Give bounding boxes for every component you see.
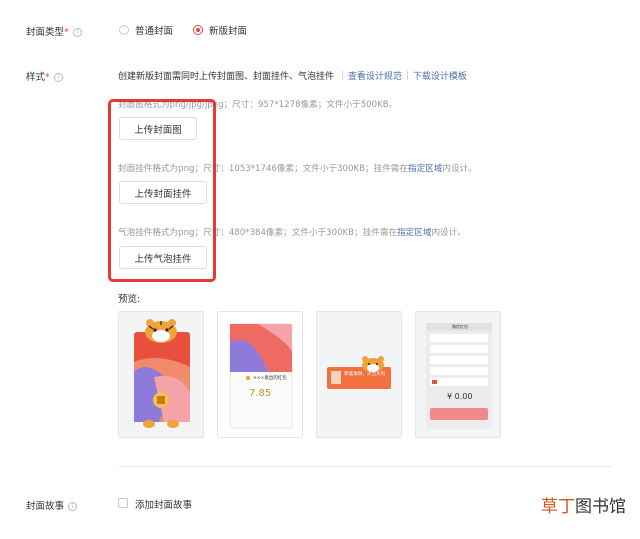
chat-header: 微信红包 <box>452 324 468 329</box>
info-icon[interactable]: i <box>68 502 78 511</box>
preview-card-cover <box>118 311 204 438</box>
section-divider <box>118 466 612 467</box>
view-design-spec-link[interactable]: 查看设计规范 <box>348 72 402 82</box>
bubble-text: 恭喜发财，大吉大利 <box>344 372 386 377</box>
chat-screen-image <box>426 323 492 429</box>
chat-amount: ¥ 0.00 <box>447 392 473 401</box>
designated-area-link[interactable]: 指定区域 <box>408 164 442 174</box>
envelope-amount: 7.85 <box>249 388 272 399</box>
preview-card-detail: ×××发出的红包 7.85 <box>217 311 303 438</box>
separator <box>406 71 408 80</box>
preview-label: 预览: <box>118 294 141 305</box>
designated-area-link[interactable]: 指定区域 <box>397 228 431 238</box>
watermark: 草丁图书馆 <box>541 497 626 517</box>
info-icon[interactable]: i <box>72 28 82 37</box>
radio-circle-selected[interactable] <box>193 25 203 35</box>
upload-bubble-pendant-button[interactable]: 上传气泡挂件 <box>119 246 207 269</box>
bubble-pendant-hint: 气泡挂件格式为png；尺寸：480*384像素；文件小于300KB；挂件需在指定… <box>118 228 466 238</box>
cover-type-label: 封面类型* i <box>26 24 82 38</box>
radio-new-cover[interactable]: 新版封面 <box>193 23 247 37</box>
preview-card-chat: 微信红包 ¥ 0.00 <box>415 311 501 438</box>
style-intro: 创建新版封面需同时上传封面图、封面挂件、气泡挂件 查看设计规范 下载设计模板 <box>118 71 467 82</box>
radio-normal-cover[interactable]: 普通封面 <box>119 23 173 37</box>
cover-image-hint: 封面图格式为png/jpg/jpeg；尺寸：957*1278像素；文件小于500… <box>118 100 398 110</box>
radio-circle[interactable] <box>119 25 129 35</box>
upload-cover-pendant-button[interactable]: 上传封面挂件 <box>119 181 207 204</box>
preview-card-bubble: 恭喜发财，大吉大利 <box>316 311 402 438</box>
radio-normal-cover-label: 普通封面 <box>135 26 174 37</box>
separator <box>341 71 343 80</box>
add-cover-story-checkbox[interactable] <box>118 498 128 508</box>
add-cover-story-label[interactable]: 添加封面故事 <box>135 497 192 511</box>
upload-cover-image-button[interactable]: 上传封面图 <box>119 117 197 140</box>
info-icon[interactable]: i <box>53 73 63 82</box>
cover-story-label: 封面故事 i <box>26 498 78 512</box>
download-template-link[interactable]: 下载设计模板 <box>413 72 467 82</box>
cover-pendant-hint: 封面挂件格式为png；尺寸：1053*1746像素；文件小于300KB；挂件需在… <box>118 164 477 174</box>
radio-new-cover-label: 新版封面 <box>209 26 248 37</box>
style-label: 样式* i <box>26 69 63 83</box>
red-envelope-cover-image <box>134 319 190 428</box>
envelope-sender: ×××发出的红包 <box>253 376 287 381</box>
